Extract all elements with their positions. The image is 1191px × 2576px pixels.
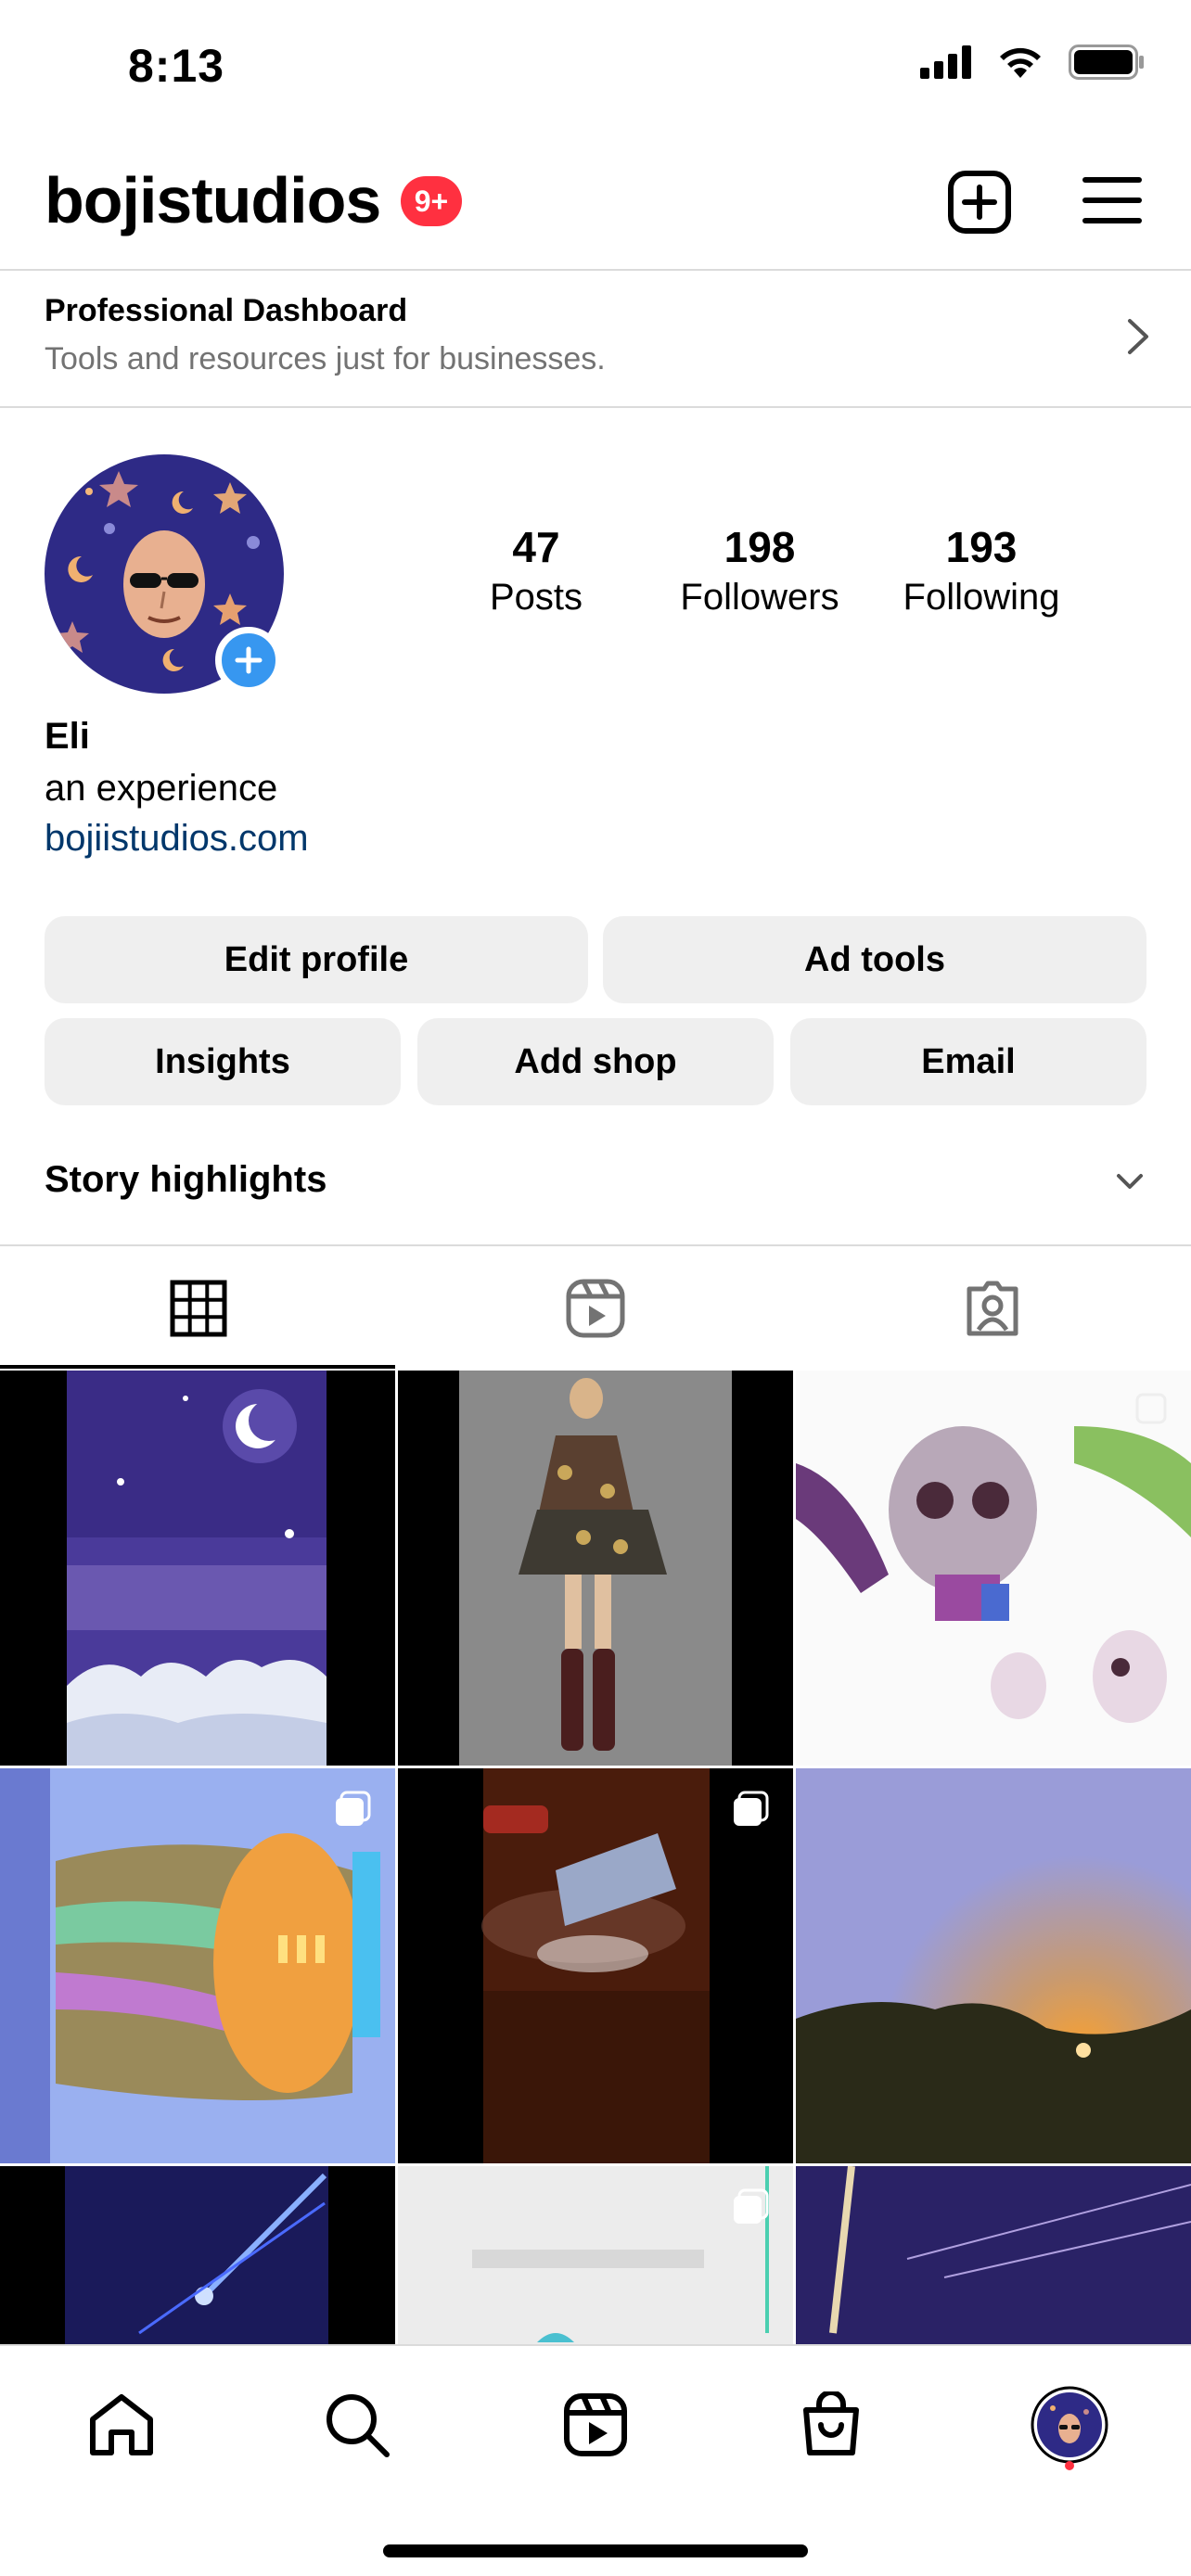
post-thumbnail[interactable] <box>796 2166 1191 2346</box>
plus-square-icon <box>948 171 1011 234</box>
story-highlights-label[interactable]: Story highlights <box>45 1159 327 1201</box>
multiple-photos-icon <box>734 2188 769 2224</box>
email-button[interactable]: Email <box>790 1018 1146 1105</box>
status-time: 8:13 <box>128 40 225 92</box>
tab-reels[interactable] <box>397 1248 794 1369</box>
home-icon <box>90 2394 153 2455</box>
status-icons <box>920 45 1145 80</box>
professional-dashboard-subtitle: Tools and resources just for businesses. <box>45 341 606 376</box>
following-label: Following <box>903 577 1060 618</box>
battery-icon <box>1069 45 1144 80</box>
post-thumbnail[interactable] <box>796 1768 1191 2163</box>
add-story-button[interactable] <box>215 627 282 694</box>
nav-profile[interactable] <box>1028 2383 1111 2467</box>
chevron-right-icon <box>1124 315 1152 363</box>
home-indicator <box>383 2544 808 2557</box>
post-thumbnail[interactable] <box>796 1371 1191 1766</box>
following-stat[interactable]: 193 Following <box>875 521 1088 621</box>
followers-label: Followers <box>680 577 839 618</box>
post-thumbnail[interactable] <box>0 1768 395 2163</box>
ad-tools-button[interactable]: Ad tools <box>603 916 1146 1003</box>
tagged-user-icon <box>967 1281 1018 1336</box>
post-thumbnail[interactable] <box>398 1768 793 2163</box>
profile-avatar-icon <box>1031 2386 1108 2464</box>
divider <box>0 1244 1191 1246</box>
chevron-down-icon[interactable] <box>1113 1170 1146 1197</box>
nav-reels[interactable] <box>554 2383 637 2467</box>
signal-icon <box>920 45 971 79</box>
nav-home[interactable] <box>80 2383 163 2467</box>
posts-stat[interactable]: 47 Posts <box>429 521 643 621</box>
post-thumbnail[interactable] <box>0 2166 395 2346</box>
multiple-photos-icon <box>1135 1393 1167 1424</box>
edit-profile-button[interactable]: Edit profile <box>45 916 588 1003</box>
nav-search[interactable] <box>315 2383 399 2467</box>
post-thumbnail[interactable] <box>398 2166 793 2346</box>
tab-posts-grid[interactable] <box>0 1248 397 1369</box>
nav-shop[interactable] <box>789 2383 873 2467</box>
username-switcher[interactable]: bojistudios <box>45 163 381 237</box>
profile-tabs <box>0 1248 1191 1371</box>
profile-avatar[interactable] <box>45 454 286 695</box>
posts-label: Posts <box>489 577 583 618</box>
following-count: 193 <box>945 523 1018 571</box>
posts-count: 47 <box>512 523 560 571</box>
active-tab-indicator <box>0 1365 395 1369</box>
professional-dashboard-title: Professional Dashboard <box>45 293 408 328</box>
status-bar: 8:13 <box>0 0 1191 139</box>
bottom-nav <box>0 2344 1191 2576</box>
shopping-bag-icon <box>803 2391 859 2455</box>
display-name: Eli <box>45 716 90 757</box>
add-shop-button[interactable]: Add shop <box>417 1018 774 1105</box>
tab-tagged[interactable] <box>794 1248 1191 1369</box>
multiple-photos-icon <box>336 1791 371 1826</box>
followers-count: 198 <box>724 523 796 571</box>
insights-button[interactable]: Insights <box>45 1018 401 1105</box>
post-thumbnail[interactable] <box>0 1371 395 1766</box>
profile-link[interactable]: bojiistudios.com <box>45 818 309 860</box>
multiple-photos-icon <box>734 1791 769 1826</box>
posts-grid <box>0 1371 1191 2346</box>
post-thumbnail[interactable] <box>398 1371 793 1766</box>
bio-text: an experience <box>45 768 278 809</box>
reels-icon <box>564 2393 627 2456</box>
divider <box>0 406 1191 408</box>
create-button[interactable] <box>946 169 1013 240</box>
notification-badge[interactable]: 9+ <box>401 176 462 226</box>
grid-icon <box>170 1280 227 1337</box>
search-icon <box>327 2394 390 2457</box>
menu-button[interactable] <box>1082 174 1143 231</box>
plus-icon <box>235 646 263 674</box>
professional-dashboard[interactable]: Professional Dashboard Tools and resourc… <box>0 271 1191 406</box>
notification-dot <box>1065 2461 1074 2470</box>
hamburger-menu-icon <box>1082 177 1142 223</box>
followers-stat[interactable]: 198 Followers <box>653 521 866 621</box>
reels-icon <box>566 1279 625 1338</box>
wifi-icon <box>1000 47 1041 78</box>
